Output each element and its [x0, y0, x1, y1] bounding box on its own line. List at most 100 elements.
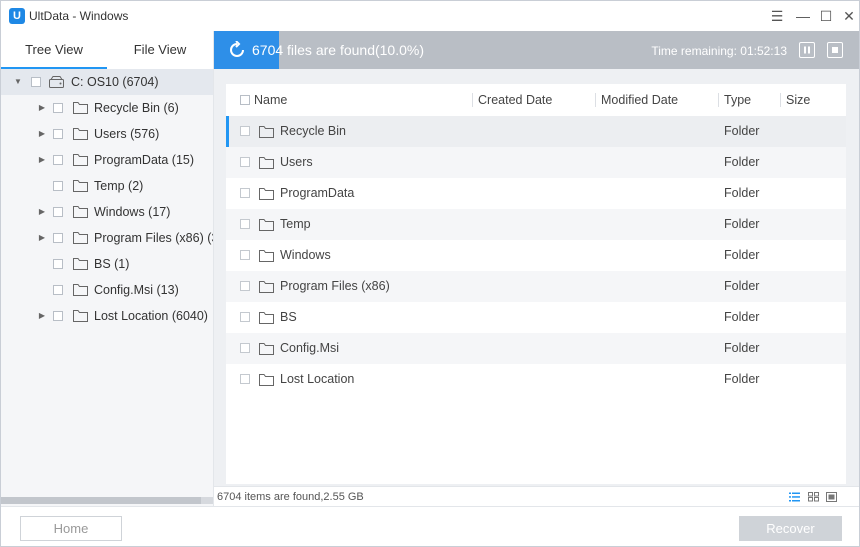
- file-type: Folder: [724, 217, 760, 231]
- list-view-icon[interactable]: [789, 492, 800, 502]
- file-name: BS: [280, 310, 297, 324]
- scrollbar-thumb[interactable]: [1, 497, 201, 504]
- column-header-modified[interactable]: Modified Date: [601, 84, 678, 116]
- row-checkbox[interactable]: [240, 219, 250, 229]
- column-divider[interactable]: [780, 93, 781, 107]
- maximize-icon[interactable]: ☐: [816, 6, 836, 26]
- table-row[interactable]: Program Files (x86) Folder: [226, 271, 846, 302]
- folder-icon: [259, 281, 274, 293]
- tree-checkbox[interactable]: [53, 181, 63, 191]
- expand-arrow-icon[interactable]: ▶: [37, 225, 47, 251]
- tree-item[interactable]: ▶ Windows (17): [1, 199, 213, 225]
- main-area: 6704 files are found(10.0%) Time remaini…: [214, 31, 859, 506]
- tree-item[interactable]: Temp (2): [1, 173, 213, 199]
- tree-checkbox[interactable]: [53, 103, 63, 113]
- expand-arrow-icon[interactable]: ▼: [13, 69, 23, 95]
- folder-icon: [259, 250, 274, 262]
- tree-root-label: C: OS10 (6704): [71, 75, 159, 89]
- view-tabs: Tree View File View: [1, 31, 213, 69]
- folder-icon: [259, 157, 274, 169]
- file-name: Program Files (x86): [280, 279, 390, 293]
- row-checkbox[interactable]: [240, 343, 250, 353]
- expand-arrow-icon[interactable]: ▶: [37, 121, 47, 147]
- row-checkbox[interactable]: [240, 281, 250, 291]
- tree-item[interactable]: ▶ Lost Location (6040): [1, 303, 213, 329]
- row-checkbox[interactable]: [240, 126, 250, 136]
- file-name: ProgramData: [280, 186, 355, 200]
- tree-checkbox[interactable]: [53, 207, 63, 217]
- table-row[interactable]: Config.Msi Folder: [226, 333, 846, 364]
- file-name: Users: [280, 155, 313, 169]
- home-button[interactable]: Home: [20, 516, 122, 541]
- tree-checkbox[interactable]: [53, 155, 63, 165]
- footer: Home Recover: [1, 506, 859, 546]
- tree-item[interactable]: ▶ ProgramData (15): [1, 147, 213, 173]
- tab-file-view[interactable]: File View: [107, 31, 213, 69]
- row-checkbox[interactable]: [240, 188, 250, 198]
- column-divider[interactable]: [472, 93, 473, 107]
- close-icon[interactable]: ✕: [839, 6, 859, 26]
- tab-tree-view[interactable]: Tree View: [1, 31, 107, 69]
- file-type: Folder: [724, 341, 760, 355]
- tree-item-label: Users (576): [94, 127, 160, 141]
- app-logo: U: [9, 8, 25, 24]
- tree-checkbox[interactable]: [53, 259, 63, 269]
- expand-arrow-icon[interactable]: ▶: [37, 147, 47, 173]
- tree-checkbox[interactable]: [53, 233, 63, 243]
- row-checkbox[interactable]: [240, 250, 250, 260]
- table-row[interactable]: BS Folder: [226, 302, 846, 333]
- folder-icon: [73, 310, 88, 322]
- stop-button[interactable]: [827, 42, 843, 58]
- table-row[interactable]: Windows Folder: [226, 240, 846, 271]
- select-all-checkbox[interactable]: [240, 95, 250, 105]
- tree-item[interactable]: Config.Msi (13): [1, 277, 213, 303]
- file-list-panel: Name Created Date Modified Date Type Siz…: [226, 84, 846, 484]
- folder-icon: [259, 126, 274, 138]
- file-name: Config.Msi: [280, 341, 340, 355]
- tree-checkbox[interactable]: [53, 285, 63, 295]
- scan-progress-bar: 6704 files are found(10.0%) Time remaini…: [214, 31, 859, 69]
- tree-checkbox[interactable]: [53, 129, 63, 139]
- table-row[interactable]: Temp Folder: [226, 209, 846, 240]
- column-header-name[interactable]: Name: [254, 84, 287, 116]
- minimize-icon[interactable]: —: [793, 6, 813, 26]
- row-checkbox[interactable]: [240, 374, 250, 384]
- tree-root-drive[interactable]: ▼ C: OS10 (6704): [1, 69, 213, 95]
- tree-item[interactable]: ▶ Recycle Bin (6): [1, 95, 213, 121]
- table-row[interactable]: ProgramData Folder: [226, 178, 846, 209]
- time-remaining: Time remaining: 01:52:13: [651, 44, 787, 58]
- tree-item-label: Recycle Bin (6): [94, 101, 179, 115]
- column-divider[interactable]: [595, 93, 596, 107]
- tree-item[interactable]: BS (1): [1, 251, 213, 277]
- pause-button[interactable]: [799, 42, 815, 58]
- tree-checkbox[interactable]: [31, 77, 41, 87]
- menu-icon[interactable]: ☰: [767, 6, 787, 26]
- expand-arrow-icon[interactable]: ▶: [37, 95, 47, 121]
- tree-checkbox[interactable]: [53, 311, 63, 321]
- thumbnail-view-icon[interactable]: [826, 492, 837, 502]
- horizontal-scrollbar[interactable]: [1, 497, 213, 504]
- grid-view-icon[interactable]: [808, 492, 819, 502]
- column-header-created[interactable]: Created Date: [478, 84, 552, 116]
- tree-item[interactable]: ▶ Program Files (x86) (34: [1, 225, 213, 251]
- folder-icon: [73, 102, 88, 114]
- drive-icon: [49, 76, 64, 88]
- expand-arrow-icon[interactable]: ▶: [37, 303, 47, 329]
- tree-item[interactable]: ▶ Users (576): [1, 121, 213, 147]
- recover-button[interactable]: Recover: [739, 516, 842, 541]
- expand-arrow-icon[interactable]: ▶: [37, 199, 47, 225]
- table-row[interactable]: Lost Location Folder: [226, 364, 846, 395]
- status-bar: 6704 items are found,2.55 GB: [214, 486, 859, 506]
- file-name: Windows: [280, 248, 331, 262]
- column-header-size[interactable]: Size: [786, 84, 810, 116]
- status-text: 6704 items are found,2.55 GB: [217, 491, 364, 503]
- title-bar: U UltData - Windows ☰ — ☐ ✕: [1, 1, 859, 31]
- table-row[interactable]: Recycle Bin Folder: [226, 116, 846, 147]
- row-checkbox[interactable]: [240, 157, 250, 167]
- column-header-type[interactable]: Type: [724, 84, 751, 116]
- row-checkbox[interactable]: [240, 312, 250, 322]
- tree-item-label: Program Files (x86) (34: [94, 231, 213, 245]
- column-divider[interactable]: [718, 93, 719, 107]
- tree-item-label: Windows (17): [94, 205, 171, 219]
- table-row[interactable]: Users Folder: [226, 147, 846, 178]
